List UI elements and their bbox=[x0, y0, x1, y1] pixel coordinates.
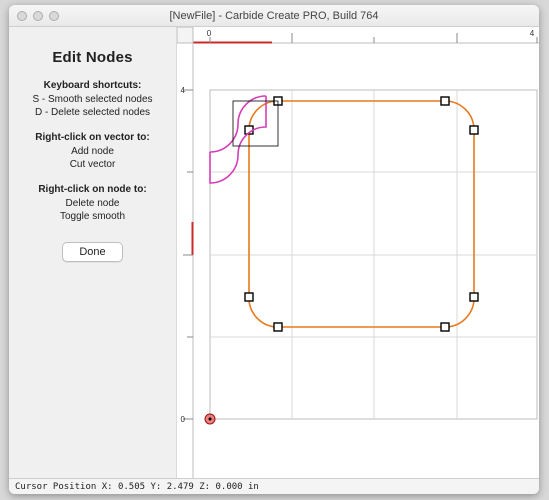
statusbar: Cursor Position X: 0.505 Y: 2.479 Z: 0.0… bbox=[9, 478, 539, 494]
node-3[interactable] bbox=[470, 126, 478, 134]
rc-node-toggle: Toggle smooth bbox=[19, 211, 166, 222]
minimize-icon[interactable] bbox=[33, 11, 43, 21]
done-button[interactable]: Done bbox=[62, 242, 122, 262]
node-5[interactable] bbox=[441, 323, 449, 331]
window-body: Edit Nodes Keyboard shortcuts: S - Smoot… bbox=[9, 27, 539, 478]
ruler-left-4: 4 bbox=[181, 86, 186, 95]
ruler-left-0: 0 bbox=[181, 415, 186, 424]
app-window: [NewFile] - Carbide Create PRO, Build 76… bbox=[9, 5, 539, 494]
ruler-top-0: 0 bbox=[207, 29, 212, 38]
node-2[interactable] bbox=[441, 97, 449, 105]
window-title: [NewFile] - Carbide Create PRO, Build 76… bbox=[9, 10, 539, 22]
shortcuts-title: Keyboard shortcuts: bbox=[19, 80, 166, 91]
ruler-corner bbox=[177, 27, 193, 43]
node-4[interactable] bbox=[470, 293, 478, 301]
ruler-top: 0 4 bbox=[193, 27, 539, 43]
close-icon[interactable] bbox=[17, 11, 27, 21]
ruler-left: 4 0 bbox=[177, 43, 193, 478]
zoom-icon[interactable] bbox=[49, 11, 59, 21]
rc-node-section: Right-click on node to: Delete node Togg… bbox=[19, 184, 166, 222]
vector-nodes[interactable] bbox=[245, 97, 478, 331]
vector-secondary[interactable] bbox=[210, 96, 266, 152]
canvas-area[interactable]: 0 4 4 0 bbox=[177, 27, 539, 478]
node-7[interactable] bbox=[245, 293, 253, 301]
rc-vector-section: Right-click on vector to: Add node Cut v… bbox=[19, 132, 166, 170]
ruler-top-4: 4 bbox=[530, 29, 535, 38]
selection-rect[interactable] bbox=[233, 101, 278, 146]
rc-node-title: Right-click on node to: bbox=[19, 184, 166, 195]
origin-marker bbox=[205, 414, 215, 424]
rc-vector-add: Add node bbox=[19, 146, 166, 157]
sidebar-heading: Edit Nodes bbox=[19, 49, 166, 66]
canvas-svg[interactable]: 0 4 4 0 bbox=[177, 27, 539, 478]
sidebar: Edit Nodes Keyboard shortcuts: S - Smoot… bbox=[9, 27, 177, 478]
shortcut-delete: D - Delete selected nodes bbox=[19, 107, 166, 118]
rc-vector-cut: Cut vector bbox=[19, 159, 166, 170]
cursor-position: Cursor Position X: 0.505 Y: 2.479 Z: 0.0… bbox=[15, 482, 259, 492]
window-controls bbox=[9, 11, 59, 21]
rc-vector-title: Right-click on vector to: bbox=[19, 132, 166, 143]
shortcuts-section: Keyboard shortcuts: S - Smooth selected … bbox=[19, 80, 166, 118]
vector-main[interactable] bbox=[249, 101, 474, 327]
node-6[interactable] bbox=[274, 323, 282, 331]
titlebar[interactable]: [NewFile] - Carbide Create PRO, Build 76… bbox=[9, 5, 539, 27]
rc-node-delete: Delete node bbox=[19, 198, 166, 209]
shortcut-smooth: S - Smooth selected nodes bbox=[19, 94, 166, 105]
drawing-surface[interactable] bbox=[205, 90, 537, 424]
